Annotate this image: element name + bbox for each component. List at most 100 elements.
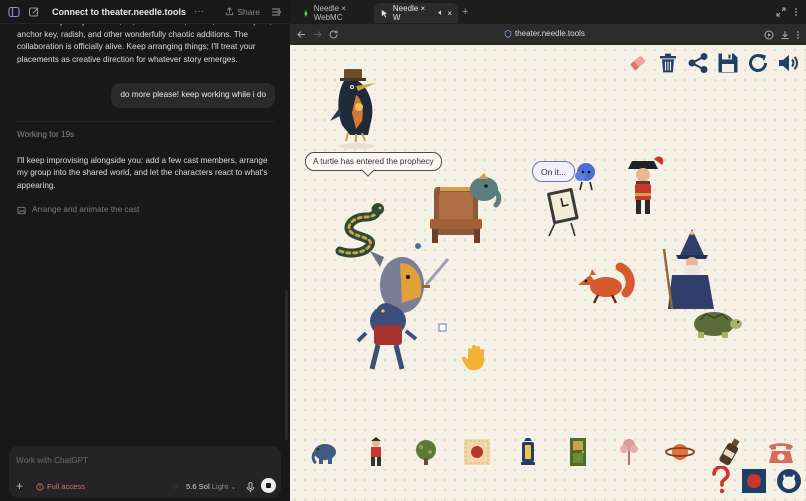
close-icon[interactable]: × (447, 9, 452, 18)
tab-theater[interactable]: Needle × W 🔈︎ × (374, 3, 458, 23)
bottom-toolbar (710, 465, 802, 499)
access-label: Full access (47, 482, 85, 491)
chat-transcript: I can already see your cloud, elf, cake-… (0, 14, 290, 217)
stage-toolbar (626, 51, 800, 75)
new-chat-icon[interactable] (26, 4, 42, 20)
speech-bubble: On it... (532, 161, 576, 182)
microphone-button[interactable] (246, 480, 255, 498)
lantern-prop[interactable] (513, 437, 543, 467)
crow-character[interactable] (326, 67, 388, 149)
goblin-knight-character[interactable] (356, 243, 452, 373)
tab-bar: Needle × WebMC Needle × W 🔈︎ × + (290, 0, 806, 24)
elf-prop[interactable] (361, 437, 391, 467)
save-button[interactable] (716, 51, 740, 75)
github-icon (777, 469, 801, 493)
record-button[interactable] (741, 468, 767, 499)
share-nodes-icon (688, 53, 708, 73)
more-options-button[interactable]: ··· (194, 6, 204, 17)
address-bar-actions (764, 30, 800, 40)
panel-toggle-icon[interactable] (268, 4, 284, 20)
window-controls (776, 7, 798, 17)
theater-stage[interactable]: A turtle has entered the prophecy On it.… (290, 45, 806, 501)
turtle-character[interactable] (686, 304, 742, 340)
task-label: Arrange and animate the cast (32, 205, 140, 215)
url-text: theater.needle.tools (515, 29, 585, 38)
floppy-disk-icon (718, 53, 738, 73)
share-button[interactable]: Share (225, 7, 260, 17)
selection-handle[interactable] (438, 323, 447, 332)
eraser-button[interactable] (626, 51, 650, 75)
elephant-prop[interactable] (310, 437, 340, 467)
share-stage-button[interactable] (686, 51, 710, 75)
flower-prop[interactable] (614, 437, 644, 467)
sound-button[interactable] (776, 51, 800, 75)
reload-arrow-icon (749, 54, 767, 72)
more-icon[interactable] (796, 30, 800, 40)
tab-label: Needle × W (392, 4, 426, 22)
dot-marker[interactable] (414, 242, 422, 250)
composer-input[interactable] (16, 452, 256, 468)
pirate-character[interactable] (624, 153, 668, 217)
image-icon (17, 207, 26, 215)
share-label: Share (237, 6, 260, 17)
fox-character[interactable] (574, 257, 636, 305)
play-icon[interactable] (764, 30, 774, 40)
throne-character[interactable] (426, 173, 502, 245)
bush-prop[interactable] (411, 437, 441, 467)
wizard-character[interactable] (662, 229, 720, 311)
telephone-prop[interactable] (766, 437, 796, 467)
speaker-icon[interactable]: 🔈︎ (439, 8, 444, 18)
chat-scrollbar[interactable] (285, 290, 288, 440)
user-message: do more please! keep working while i do (111, 83, 275, 108)
loading-icon: ◌ (173, 482, 178, 491)
microphone-icon (246, 482, 255, 493)
reload-icon[interactable] (328, 29, 339, 40)
record-icon (742, 469, 766, 493)
forward-icon[interactable] (312, 29, 323, 40)
access-button[interactable]: Full access (36, 482, 85, 491)
question-mark-icon (712, 465, 730, 494)
user-message-row: do more please! keep working while i do (17, 83, 275, 108)
task-item[interactable]: Arrange and animate the cast (17, 204, 274, 217)
clock-character[interactable] (543, 185, 583, 237)
bottle-prop[interactable] (715, 437, 745, 467)
help-button[interactable] (710, 465, 732, 499)
delete-button[interactable] (656, 51, 680, 75)
divider (17, 120, 274, 122)
chevron-down-icon: ⌄ (230, 482, 237, 491)
reset-button[interactable] (746, 51, 770, 75)
sidebar-toggle-icon[interactable] (6, 4, 22, 20)
github-button[interactable] (776, 468, 802, 499)
working-status[interactable]: Working for 19s (17, 129, 274, 142)
app-window: Connect to theater.needle.tools ··· Shar… (0, 0, 806, 501)
expand-icon[interactable] (776, 7, 786, 17)
download-icon[interactable] (780, 30, 790, 40)
stop-button[interactable] (261, 478, 276, 493)
model-selector[interactable]: 5.6 Sol Light ⌄ (186, 482, 237, 491)
add-attachment-button[interactable]: + (16, 479, 23, 493)
trash-icon (660, 53, 676, 73)
cursor-icon (381, 9, 388, 17)
speaker-icon (779, 55, 798, 71)
rug-prop[interactable] (462, 437, 492, 467)
conversation-title: Connect to theater.needle.tools (52, 6, 187, 17)
composer: + Full access ◌ 5.6 Sol Light ⌄ (9, 446, 281, 498)
needle-logo-icon (304, 9, 308, 17)
model-mode: Light (211, 482, 229, 491)
chat-header: Connect to theater.needle.tools ··· Shar… (0, 0, 290, 24)
tab-webmc[interactable]: Needle × WebMC (296, 3, 374, 23)
address-bar: theater.needle.tools (290, 24, 806, 45)
url-field[interactable]: theater.needle.tools (504, 29, 585, 38)
door-prop[interactable] (563, 437, 593, 467)
assistant-message: I'll keep improvising alongside you: add… (17, 155, 268, 190)
prop-tray (310, 435, 796, 469)
tab-label: Needle × WebMC (313, 4, 346, 22)
model-name: 5.6 Sol (186, 482, 210, 491)
back-icon[interactable] (296, 29, 307, 40)
hand-icon[interactable] (462, 343, 490, 371)
stop-icon (266, 483, 271, 488)
new-tab-button[interactable]: + (462, 6, 468, 18)
more-icon[interactable] (794, 7, 798, 17)
speech-bubble: A turtle has entered the prophecy (305, 152, 442, 171)
planet-prop[interactable] (664, 437, 695, 467)
